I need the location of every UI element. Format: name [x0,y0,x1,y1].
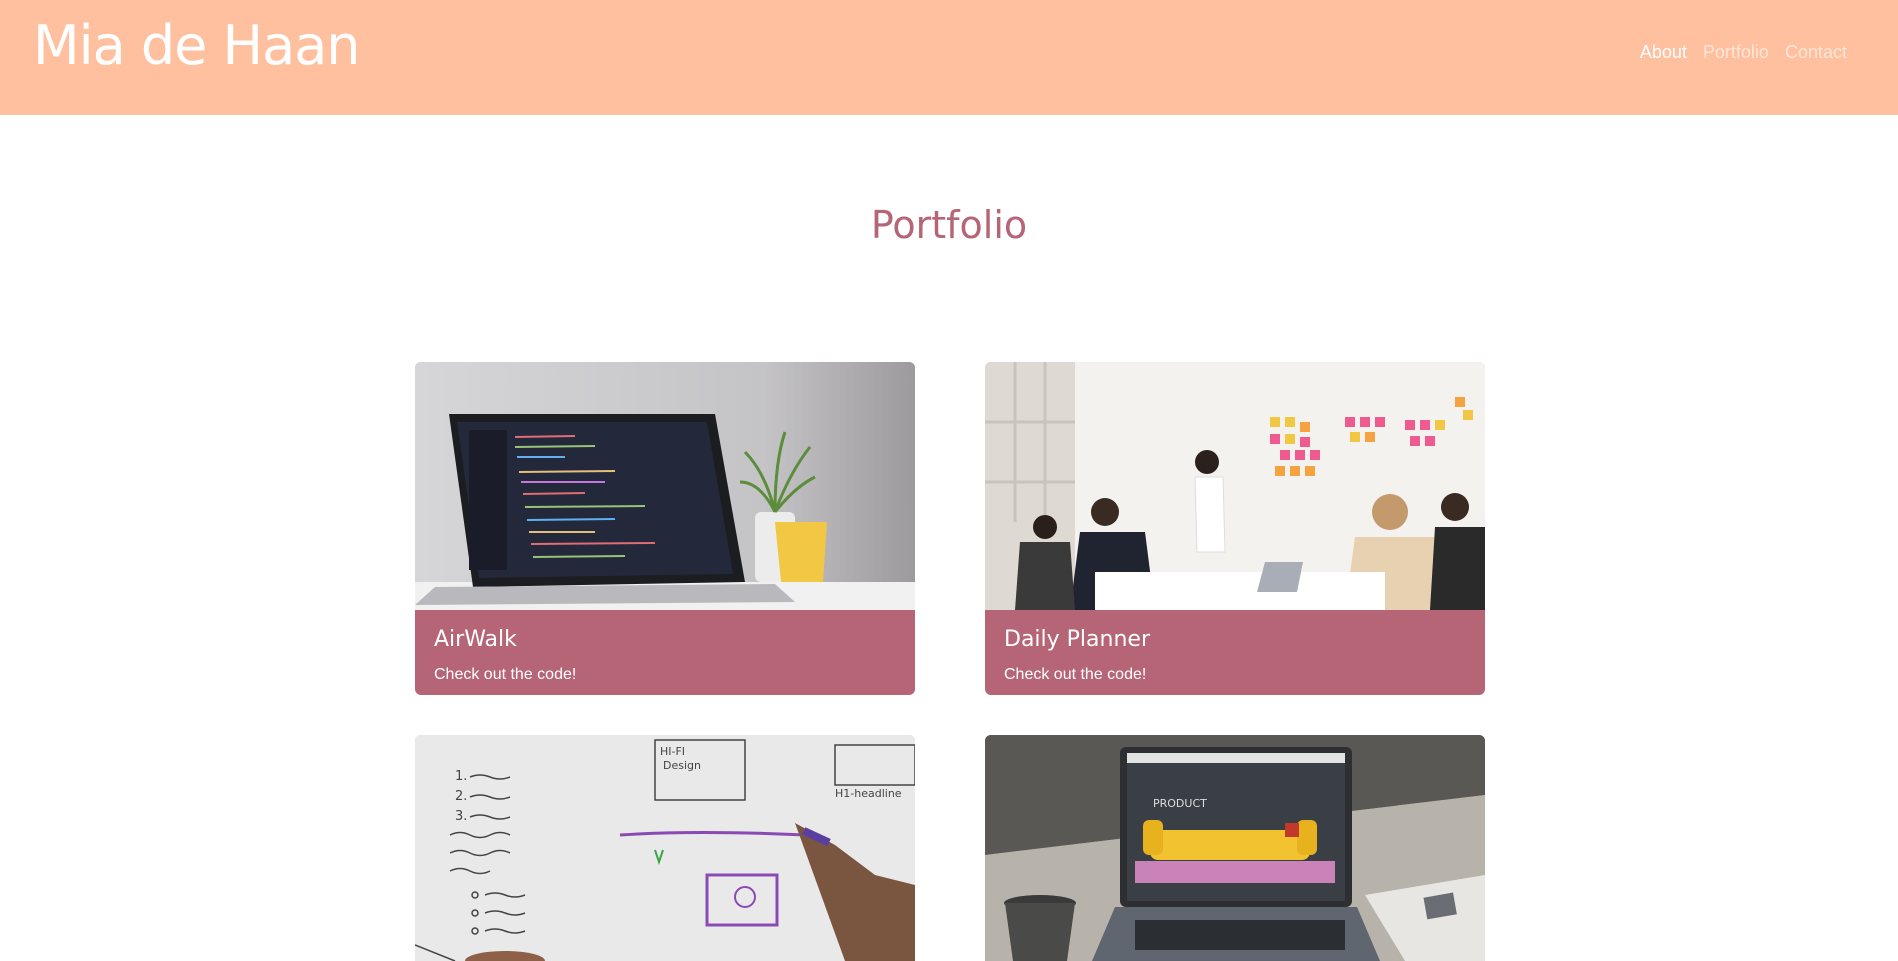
project-card-3[interactable]: 1. 2. 3. HI-FI Design H1-headline [415,735,915,961]
project-title: AirWalk [434,627,517,652]
svg-text:3.: 3. [455,809,467,824]
site-header: Mia de Haan About Portfolio Contact [0,0,1898,115]
svg-text:H1-headline: H1-headline [835,787,902,800]
nav-contact[interactable]: Contact [1785,42,1847,63]
project-title: Daily Planner [1004,627,1150,652]
svg-text:PRODUCT: PRODUCT [1153,797,1207,810]
project-card-airwalk[interactable]: AirWalk Check out the code! [415,362,915,695]
project-image-meeting [985,362,1485,610]
nav-portfolio[interactable]: Portfolio [1703,42,1769,63]
project-image-whiteboard: 1. 2. 3. HI-FI Design H1-headline [415,735,915,961]
project-caption: Daily Planner Check out the code! [985,610,1485,695]
meeting-illustration [985,362,1485,610]
svg-text:2.: 2. [455,789,467,804]
nav-about[interactable]: About [1640,42,1687,63]
svg-text:HI-FI: HI-FI [660,745,685,758]
project-card-daily-planner[interactable]: Daily Planner Check out the code! [985,362,1485,695]
whiteboard-illustration: 1. 2. 3. HI-FI Design H1-headline [415,735,915,961]
svg-text:Design: Design [663,759,701,772]
project-image-laptop-desk: PRODUCT [985,735,1485,961]
svg-text:1.: 1. [455,769,467,784]
project-card-4[interactable]: PRODUCT [985,735,1485,961]
laptop-desk-illustration: PRODUCT [985,735,1485,961]
project-code-link[interactable]: Check out the code! [1004,666,1466,684]
brand-logo-link[interactable]: Mia de Haan [33,8,361,84]
project-code-link[interactable]: Check out the code! [434,666,896,684]
project-caption: AirWalk Check out the code! [415,610,915,695]
portfolio-heading: Portfolio [870,203,1028,247]
laptop-code-illustration [415,362,915,610]
project-image-laptop-code [415,362,915,610]
main-nav: About Portfolio Contact [1640,42,1847,63]
